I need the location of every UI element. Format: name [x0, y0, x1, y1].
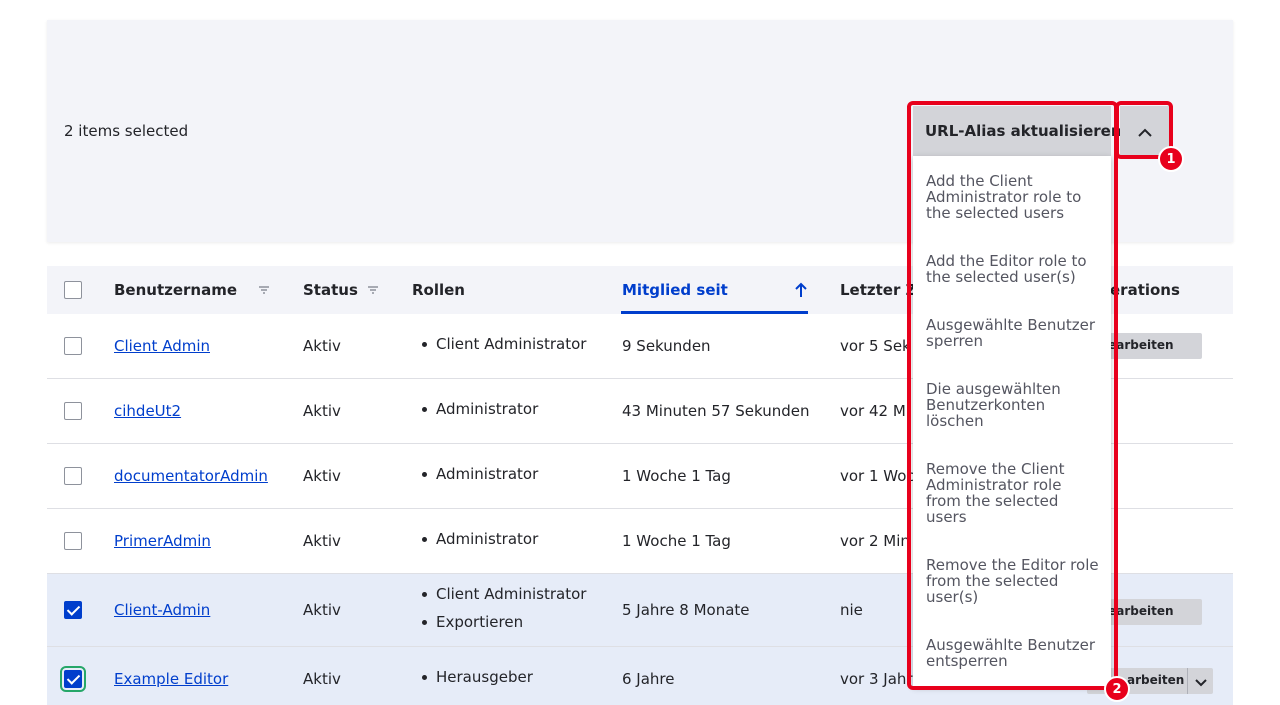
bulk-actions-menu: Add the Client Administrator role to the… [913, 156, 1111, 686]
role-item: Administrator [417, 460, 538, 488]
role-item: Administrator [417, 395, 538, 423]
selected-count: 2 items selected [64, 122, 189, 140]
status-text: Aktiv [303, 402, 341, 420]
header-member-since[interactable]: Mitglied seit [622, 281, 728, 299]
member-since-text: 5 Jahre 8 Monate [622, 601, 750, 619]
row-checkbox[interactable] [64, 402, 82, 420]
roles-list: Herausgeber [417, 663, 533, 691]
member-since-text: 1 Woche 1 Tag [622, 467, 731, 485]
select-all-checkbox[interactable] [64, 281, 82, 299]
member-since-text: 1 Woche 1 Tag [622, 532, 731, 550]
header-username[interactable]: Benutzername [114, 281, 237, 299]
sort-icon[interactable] [258, 284, 270, 296]
chevron-down-icon [1194, 672, 1207, 691]
username-link[interactable]: documentatorAdmin [114, 467, 268, 485]
annotation-badge-1: 1 [1158, 146, 1184, 172]
role-item: Administrator [417, 525, 538, 553]
row-checkbox[interactable] [64, 532, 82, 550]
header-status[interactable]: Status [303, 281, 358, 299]
roles-list: Administrator [417, 395, 538, 423]
row-checkbox[interactable] [64, 601, 82, 619]
status-text: Aktiv [303, 532, 341, 550]
roles-list: Administrator [417, 525, 538, 553]
annotation-badge-2: 2 [1104, 676, 1130, 702]
header-roles: Rollen [412, 281, 465, 299]
username-link[interactable]: PrimerAdmin [114, 532, 211, 550]
row-checkbox[interactable] [64, 467, 82, 485]
last-access-text: vor 5 Sek [840, 337, 911, 355]
sort-icon[interactable] [367, 284, 379, 296]
header-operations: erations [1110, 281, 1180, 299]
menu-item-add-editor[interactable]: Add the Editor role to the selected user… [926, 253, 1101, 285]
last-access-text: vor 1 Woc [840, 467, 915, 485]
status-text: Aktiv [303, 337, 341, 355]
header-last-access[interactable]: Letzter Z [840, 281, 916, 299]
roles-list: Administrator [417, 460, 538, 488]
status-text: Aktiv [303, 670, 341, 688]
status-text: Aktiv [303, 467, 341, 485]
last-access-text: vor 3 Jahr [840, 670, 913, 688]
menu-item-add-client-admin[interactable]: Add the Client Administrator role to the… [926, 173, 1101, 221]
arrow-up-icon[interactable] [794, 282, 808, 298]
chevron-up-icon [1138, 122, 1152, 141]
username-link[interactable]: cihdeUt2 [114, 402, 181, 420]
role-item: Client Administrator [417, 580, 586, 608]
operations-toggle[interactable] [1187, 668, 1213, 694]
member-since-text: 43 Minuten 57 Sekunden [622, 402, 810, 420]
menu-item-unblock-users[interactable]: Ausgewählte Benutzer entsperren [926, 637, 1101, 669]
bulk-action-button[interactable]: URL-Alias aktualisieren [913, 106, 1122, 156]
status-text: Aktiv [303, 601, 341, 619]
row-checkbox[interactable] [64, 337, 82, 355]
username-link[interactable]: Example Editor [114, 670, 228, 688]
username-link[interactable]: Client-Admin [114, 601, 210, 619]
menu-item-remove-editor[interactable]: Remove the Editor role from the selected… [926, 557, 1101, 605]
menu-item-remove-client-admin[interactable]: Remove the Client Administrator role fro… [926, 461, 1101, 525]
member-since-text: 9 Sekunden [622, 337, 711, 355]
role-item: Exportieren [417, 608, 586, 636]
role-item: Herausgeber [417, 663, 533, 691]
member-since-text: 6 Jahre [622, 670, 675, 688]
row-checkbox[interactable] [60, 666, 86, 692]
last-access-text: nie [840, 601, 863, 619]
menu-item-delete-users[interactable]: Die ausgewählten Benutzerkonten löschen [926, 381, 1101, 429]
last-access-text: vor 2 Min [840, 532, 910, 550]
last-access-text: vor 42 Mi [840, 402, 910, 420]
roles-list: Client Administrator [417, 330, 586, 358]
role-item: Client Administrator [417, 330, 586, 358]
username-link[interactable]: Client Admin [114, 337, 210, 355]
menu-item-block-users[interactable]: Ausgewählte Benutzer sperren [926, 317, 1101, 349]
roles-list: Client Administrator Exportieren [417, 580, 586, 636]
